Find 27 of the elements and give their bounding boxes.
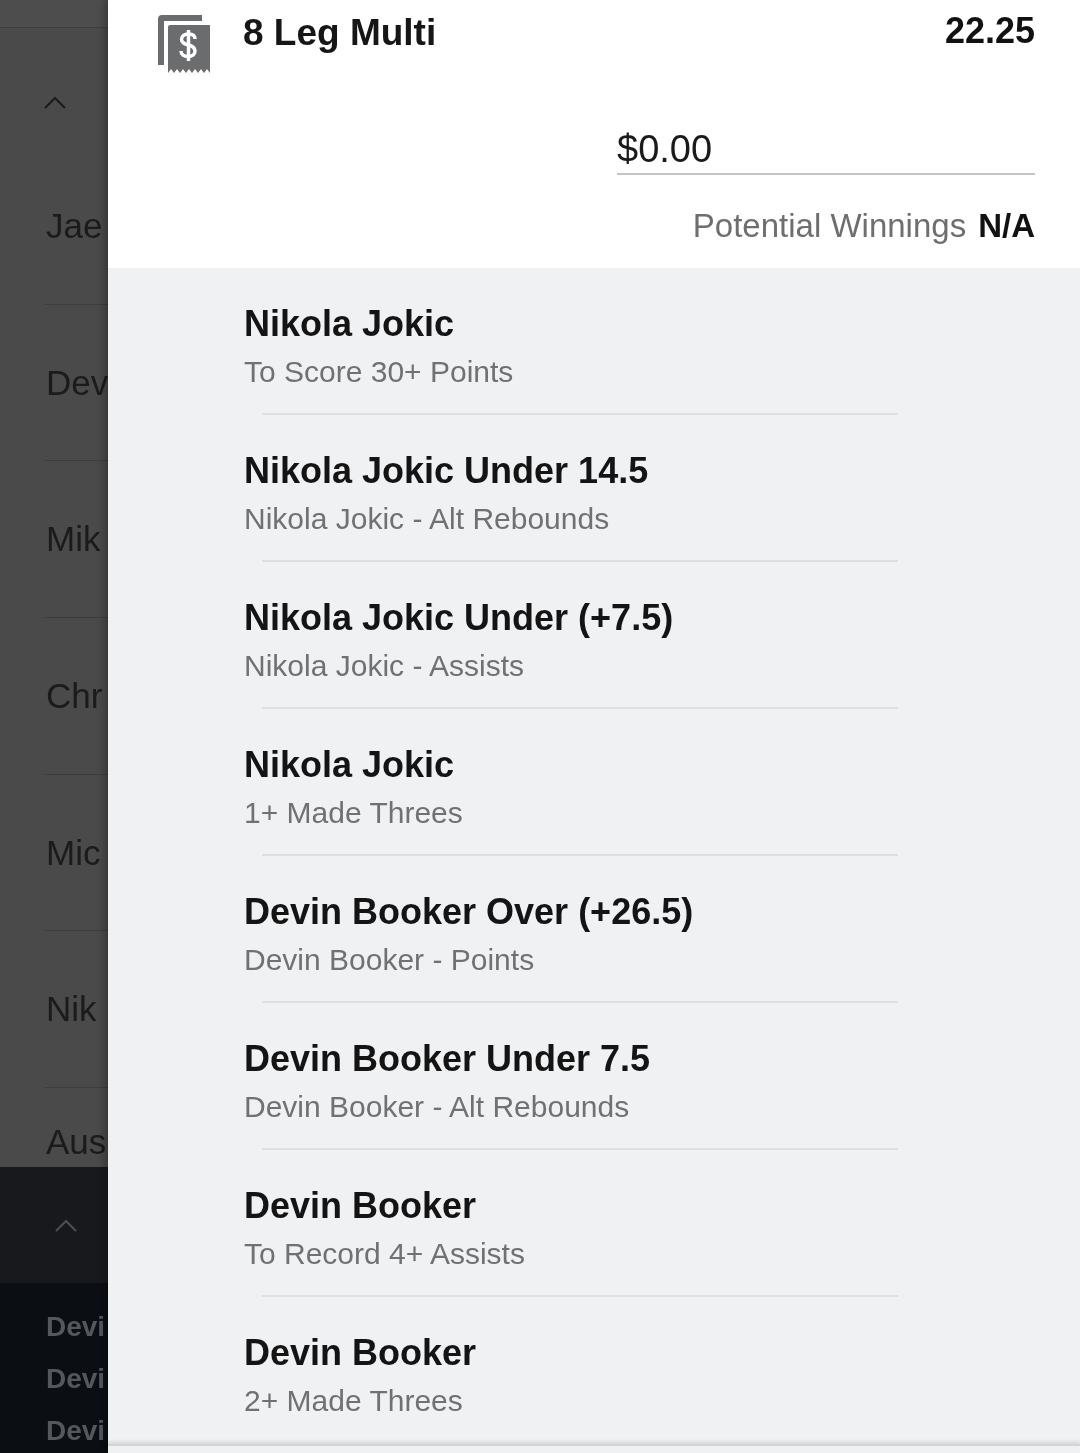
leg-market: To Score 30+ Points xyxy=(244,354,514,390)
chevron-up-icon[interactable] xyxy=(54,1218,78,1232)
leg-selection: Nikola Jokic Under (+7.5) xyxy=(244,596,674,640)
receipt-dollar-icon xyxy=(158,15,210,73)
leg-market: 1+ Made Threes xyxy=(244,795,463,831)
total-odds: 22.25 xyxy=(944,11,1035,51)
bet-title: 8 Leg Multi xyxy=(243,11,437,55)
leg-market: To Record 4+ Assists xyxy=(244,1236,525,1272)
leg-market: Devin Booker - Points xyxy=(244,942,535,978)
leg-selection: Nikola Jokic xyxy=(244,302,455,346)
leg-market: 2+ Made Threes xyxy=(244,1383,463,1419)
leg-selection: Nikola Jokic Under 14.5 xyxy=(244,449,649,493)
potential-winnings-value: N/A xyxy=(978,206,1035,246)
chevron-up-icon[interactable] xyxy=(43,96,67,109)
leg-market: Devin Booker - Alt Rebounds xyxy=(244,1089,630,1125)
background-sublist-item[interactable]: Devi xyxy=(46,1310,106,1344)
leg-selection: Nikola Jokic xyxy=(244,743,455,787)
leg-selection: Devin Booker Under 7.5 xyxy=(244,1037,651,1081)
leg-market: Nikola Jokic - Assists xyxy=(244,648,525,684)
leg-selection: Devin Booker xyxy=(244,1331,477,1375)
leg-selection: Devin Booker xyxy=(244,1184,477,1228)
stake-input[interactable]: $0.00 xyxy=(617,125,1035,175)
leg-market: Nikola Jokic - Alt Rebounds xyxy=(244,501,610,537)
background-sublist-item[interactable]: Devi xyxy=(46,1362,106,1396)
background-sublist-item[interactable]: Devi xyxy=(46,1414,106,1448)
potential-winnings-label: Potential Winnings xyxy=(692,206,967,246)
leg-selection: Devin Booker Over (+26.5) xyxy=(244,890,694,934)
